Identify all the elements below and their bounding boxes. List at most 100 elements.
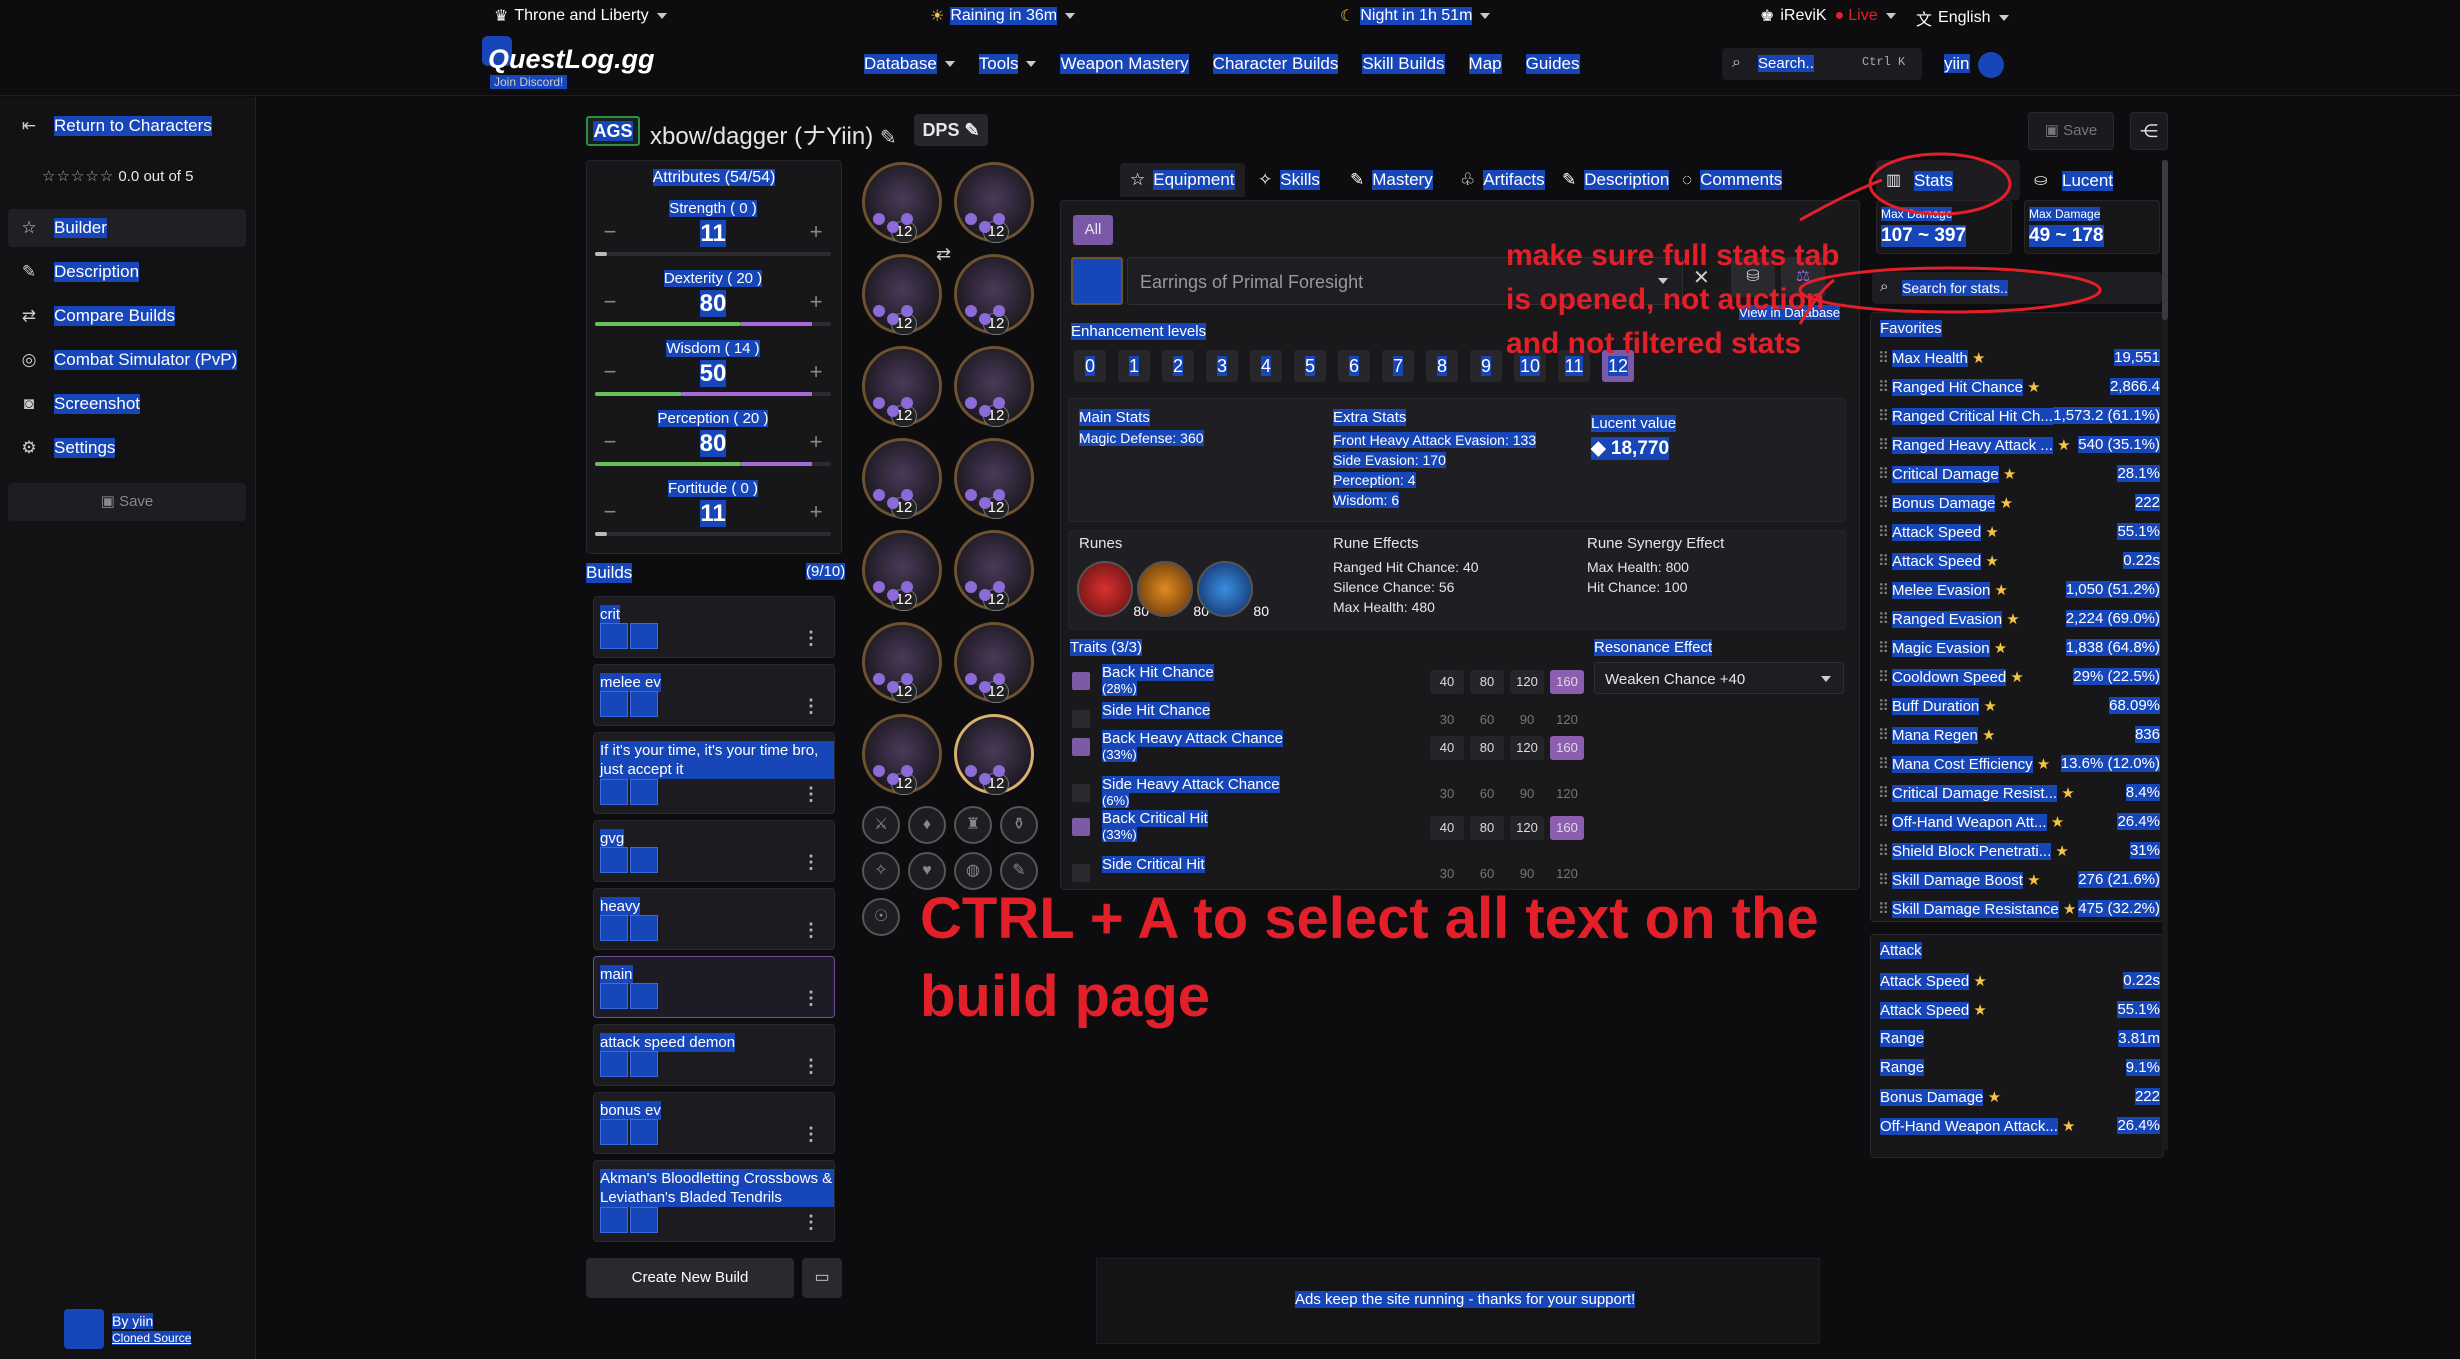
increase-button[interactable]: + — [801, 218, 831, 248]
folder-button[interactable]: ▭ — [802, 1258, 842, 1298]
attack-stat-row[interactable]: Attack Speed ★ 55.1% — [1876, 997, 2164, 1023]
drag-handle-icon[interactable]: ⠿ — [1878, 581, 1889, 599]
favorite-stat-row[interactable]: ⠿ Mana Cost Efficiency ★ 13.6% (12.0%) — [1876, 751, 2164, 777]
more-icon[interactable]: ⋮ — [802, 696, 820, 717]
cloned-source-link[interactable]: Cloned Source — [112, 1331, 192, 1345]
more-icon[interactable]: ⋮ — [802, 852, 820, 873]
favorite-stat-row[interactable]: ⠿ Melee Evasion ★ 1,050 (51.2%) — [1876, 577, 2164, 603]
star-icon[interactable]: ★ — [2057, 785, 2074, 802]
gear-slot[interactable]: 12 — [862, 714, 942, 795]
star-icon[interactable]: ★ — [2006, 669, 2023, 686]
more-icon[interactable]: ⋮ — [802, 1056, 820, 1077]
favorite-stat-row[interactable]: ⠿Ranged Critical Hit Ch... ★1,573.2 (61.… — [1876, 403, 2164, 429]
tab-equipment[interactable]: ☆ Equipment — [1120, 163, 1245, 197]
star-icon[interactable]: ★ — [2051, 843, 2068, 860]
nav-item[interactable]: Weapon Mastery — [1060, 52, 1189, 76]
author-name[interactable]: By yiin — [112, 1313, 154, 1329]
drag-handle-icon[interactable]: ⠿ — [1878, 436, 1889, 454]
favorite-stat-row[interactable]: ⠿ Critical Damage ★ 28.1% — [1876, 461, 2164, 487]
increase-button[interactable]: + — [801, 358, 831, 388]
trait-value[interactable]: 30 — [1430, 708, 1464, 732]
filter-all[interactable]: All — [1073, 215, 1113, 245]
build-card[interactable]: crit ⋮ — [593, 596, 835, 658]
night-timer[interactable]: ☾ Night in 1h 51m — [1340, 6, 1491, 26]
sidebar-item-description[interactable]: ✎ Description — [8, 253, 246, 291]
trait-value[interactable]: 40 — [1430, 816, 1464, 840]
build-card[interactable]: gvg ⋮ — [593, 820, 835, 882]
trait-checkbox[interactable] — [1072, 784, 1090, 802]
trait-value[interactable]: 80 — [1470, 670, 1504, 694]
star-icon[interactable]: ★ — [2023, 379, 2040, 396]
gear-slot[interactable]: 12 — [862, 254, 942, 335]
star-icon[interactable]: ★ — [1981, 553, 1998, 570]
accessory-slot-icon[interactable]: ♜ — [954, 806, 992, 844]
build-card[interactable]: main ⋮ — [593, 956, 835, 1018]
gear-slot[interactable]: 12 — [862, 162, 942, 243]
sidebar-save-button[interactable]: ▣ Save — [8, 483, 246, 521]
favorite-stat-row[interactable]: ⠿ Ranged Evasion ★ 2,224 (69.0%) — [1876, 606, 2164, 632]
favorite-stat-row[interactable]: ⠿ Ranged Hit Chance ★ 2,866.4 — [1876, 374, 2164, 400]
gear-slot[interactable]: 12 — [954, 162, 1034, 243]
rune-2[interactable]: 80 — [1137, 561, 1209, 619]
enhancement-level-button[interactable]: 5 — [1294, 350, 1326, 382]
drag-handle-icon[interactable]: ⠿ — [1878, 523, 1889, 541]
drag-handle-icon[interactable]: ⠿ — [1878, 639, 1889, 657]
favorite-stat-row[interactable]: ⠿ Magic Evasion ★ 1,838 (64.8%) — [1876, 635, 2164, 661]
enhancement-level-button[interactable]: 7 — [1382, 350, 1414, 382]
attack-stat-row[interactable]: Attack Speed ★ 0.22s — [1876, 968, 2164, 994]
favorite-stat-row[interactable]: ⠿ Attack Speed ★ 55.1% — [1876, 519, 2164, 545]
star-icon[interactable]: ★ — [2047, 814, 2064, 831]
language-select[interactable]: 文 English — [1916, 6, 2009, 30]
build-card[interactable]: Akman's Bloodletting Crossbows & Leviath… — [593, 1160, 835, 1242]
tab-description[interactable]: ✎ Description — [1552, 163, 1679, 197]
accessory-slot-icon[interactable]: ☉ — [862, 898, 900, 936]
build-card[interactable]: bonus ev ⋮ — [593, 1092, 835, 1154]
more-icon[interactable]: ⋮ — [802, 1124, 820, 1145]
trait-value[interactable]: 120 — [1550, 708, 1584, 732]
enhancement-level-button[interactable]: 2 — [1162, 350, 1194, 382]
star-icon[interactable]: ★ — [2059, 901, 2076, 918]
star-icon[interactable]: ★ — [2002, 611, 2019, 628]
star-icon[interactable]: ★ — [1968, 350, 1985, 367]
tab-mastery[interactable]: ✎ Mastery — [1340, 163, 1443, 197]
star-icon[interactable]: ★ — [1969, 1002, 1986, 1019]
favorite-stat-row[interactable]: ⠿ Skill Damage Resistance ★ 475 (32.2%) — [1876, 896, 2164, 922]
build-name[interactable]: xbow/dagger (ナYiin) ✎ — [650, 116, 897, 151]
swap-weapons-icon[interactable]: ⇄ — [936, 244, 951, 265]
drag-handle-icon[interactable]: ⠿ — [1878, 697, 1889, 715]
attack-stat-row[interactable]: Bonus Damage ★ 222 — [1876, 1084, 2164, 1110]
star-icon[interactable]: ★ — [1983, 1089, 2001, 1106]
trait-value[interactable]: 90 — [1510, 708, 1544, 732]
star-icon[interactable]: ★ — [2058, 1118, 2075, 1135]
star-icon[interactable]: ★ — [1990, 582, 2008, 599]
favorite-stat-row[interactable]: ⠿ Mana Regen ★ 836 — [1876, 722, 2164, 748]
favorite-stat-row[interactable]: ⠿ Buff Duration ★ 68.09% — [1876, 693, 2164, 719]
build-card[interactable]: attack speed demon ⋮ — [593, 1024, 835, 1086]
drag-handle-icon[interactable]: ⠿ — [1878, 552, 1889, 570]
gear-slot[interactable]: 12 — [954, 438, 1034, 519]
accessory-slot-icon[interactable]: ⚔ — [862, 806, 900, 844]
favorite-stat-row[interactable]: ⠿ Shield Block Penetrati... ★ 31% — [1876, 838, 2164, 864]
more-icon[interactable]: ⋮ — [802, 920, 820, 941]
nav-item[interactable]: Database — [864, 52, 955, 76]
trait-value[interactable]: 90 — [1510, 782, 1544, 806]
search-input[interactable]: Search.. — [1758, 55, 1814, 72]
trait-value[interactable]: 160 — [1550, 736, 1584, 760]
gear-slot[interactable]: 12 — [862, 438, 942, 519]
drag-handle-icon[interactable]: ⠿ — [1878, 349, 1889, 367]
drag-handle-icon[interactable]: ⠿ — [1878, 610, 1889, 628]
favorite-stat-row[interactable]: ⠿ Off-Hand Weapon Att... ★ 26.4% — [1876, 809, 2164, 835]
nav-item[interactable]: Character Builds — [1212, 52, 1339, 76]
star-icon[interactable]: ★ — [1999, 466, 2016, 483]
drag-handle-icon[interactable]: ⠿ — [1878, 726, 1889, 744]
drag-handle-icon[interactable]: ⠿ — [1878, 407, 1889, 425]
game-select[interactable]: ♛ Throne and Liberty — [494, 6, 667, 26]
favorite-stat-row[interactable]: ⠿ Cooldown Speed ★ 29% (22.5%) — [1876, 664, 2164, 690]
accessory-slot-icon[interactable]: ♦ — [908, 806, 946, 844]
trait-value[interactable]: 60 — [1470, 708, 1504, 732]
live-streamer[interactable]: ♚ iReviK ● Live — [1760, 6, 1896, 26]
star-icon[interactable]: ★ — [2023, 872, 2040, 889]
gear-slot[interactable]: 12 — [862, 622, 942, 703]
trait-value[interactable]: 120 — [1510, 736, 1544, 760]
drag-handle-icon[interactable]: ⠿ — [1878, 842, 1889, 860]
